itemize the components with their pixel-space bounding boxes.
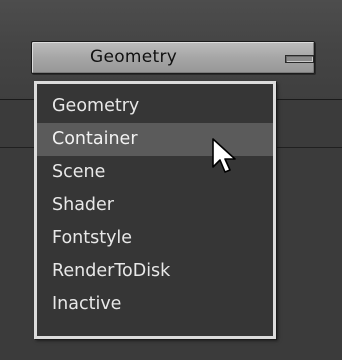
type-dropdown-button[interactable]: Geometry [31, 41, 315, 74]
menu-item-scene[interactable]: Scene [37, 156, 273, 189]
menu-item-rendertodisk[interactable]: RenderToDisk [37, 255, 273, 288]
dropdown-selected-label: Geometry [90, 47, 178, 67]
menu-item-shader[interactable]: Shader [37, 189, 273, 222]
menu-item-inactive[interactable]: Inactive [37, 288, 273, 321]
dropdown-menu: Geometry Container Scene Shader Fontstyl… [34, 81, 276, 339]
menu-item-container[interactable]: Container [37, 123, 273, 156]
collapse-bar-icon [285, 55, 314, 63]
menu-item-fontstyle[interactable]: Fontstyle [37, 222, 273, 255]
menu-item-geometry[interactable]: Geometry [37, 90, 273, 123]
